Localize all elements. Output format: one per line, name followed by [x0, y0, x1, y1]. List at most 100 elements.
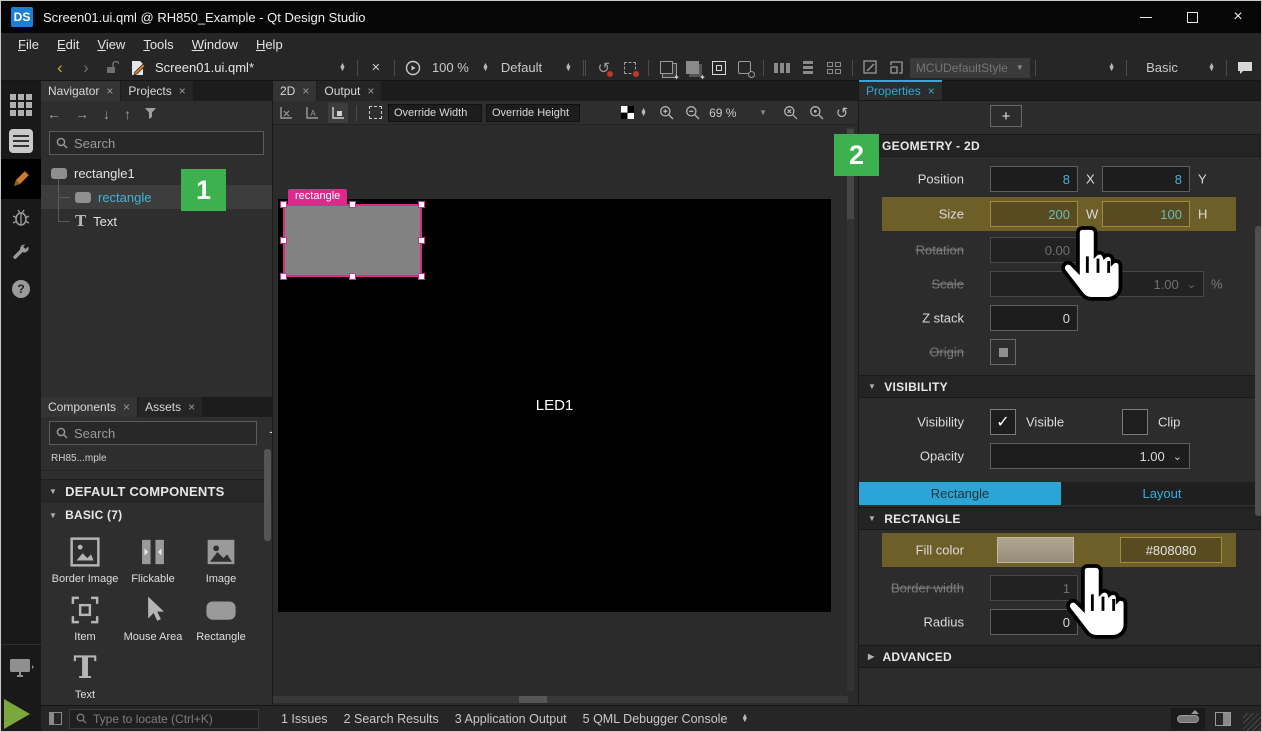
scrollbar-thumb[interactable]: [519, 696, 547, 703]
override-height-input[interactable]: [486, 104, 580, 122]
close-icon[interactable]: ×: [123, 400, 130, 414]
tab-2d[interactable]: 2D×: [273, 81, 316, 101]
opacity-field[interactable]: 1.00⌄: [990, 443, 1190, 469]
background-color-icon[interactable]: [621, 106, 634, 119]
close-icon[interactable]: ×: [928, 84, 935, 98]
add-property-button[interactable]: +: [990, 105, 1022, 127]
components-scrollbar[interactable]: [264, 449, 271, 541]
create-child-component-icon[interactable]: ✦: [683, 58, 703, 78]
component-mouse-area[interactable]: Mouse Area: [123, 593, 183, 643]
menu-view[interactable]: View: [88, 37, 134, 52]
component-rectangle[interactable]: Rectangle: [191, 593, 251, 643]
kit-selector[interactable]: Default: [501, 60, 559, 75]
close-icon[interactable]: ×: [188, 400, 195, 414]
panes-spinner[interactable]: ▲▼: [741, 715, 748, 723]
snap-anchors-icon[interactable]: A: [302, 103, 322, 123]
selected-rectangle[interactable]: rectangle: [283, 204, 422, 277]
close-button[interactable]: ×: [1215, 1, 1261, 33]
zoom-all-icon[interactable]: [780, 103, 800, 123]
edit-document-icon[interactable]: [128, 58, 148, 78]
tree-item-text[interactable]: T Text: [41, 209, 272, 233]
design-mode-icon[interactable]: [1, 159, 41, 199]
section-advanced[interactable]: ▶ ADVANCED: [859, 645, 1262, 668]
menu-edit[interactable]: Edit: [48, 37, 88, 52]
forward-icon[interactable]: ›: [76, 58, 96, 78]
style-selector[interactable]: MCUDefaultStyle▼: [910, 58, 1030, 78]
style-spinner[interactable]: ▲▼: [1108, 64, 1115, 72]
row-layout-icon[interactable]: [772, 58, 792, 78]
locator[interactable]: [69, 709, 259, 729]
tab-projects[interactable]: Projects×: [121, 81, 192, 101]
vertical-scrollbar[interactable]: [847, 127, 854, 691]
run-preview-icon[interactable]: [403, 58, 423, 78]
locator-input[interactable]: [93, 712, 252, 726]
pane-search-results[interactable]: 2 Search Results: [336, 712, 447, 726]
component-image[interactable]: Image: [191, 535, 251, 585]
menu-window[interactable]: Window: [183, 37, 247, 52]
close-icon[interactable]: ×: [179, 84, 186, 98]
feedback-bubble-icon[interactable]: [1235, 58, 1255, 78]
resize-handle[interactable]: [418, 201, 425, 208]
module-tab[interactable]: RH85...mple: [41, 449, 272, 471]
run-target-monitor-icon[interactable]: [1, 651, 41, 687]
subtab-layout[interactable]: Layout: [1061, 482, 1262, 505]
theme-selector[interactable]: Basic: [1132, 60, 1202, 75]
component-flickable[interactable]: Flickable: [123, 535, 183, 585]
resize-handle[interactable]: [280, 237, 287, 244]
tab-navigator[interactable]: Navigator×: [41, 81, 120, 101]
tab-components[interactable]: Components×: [41, 397, 137, 417]
snapping-icon[interactable]: [328, 103, 348, 123]
debug-mode-icon[interactable]: [1, 199, 41, 235]
close-icon[interactable]: ×: [367, 84, 374, 98]
menu-help[interactable]: Help: [247, 37, 292, 52]
menu-file[interactable]: File: [9, 37, 48, 52]
navigator-search-input[interactable]: [74, 136, 257, 151]
pane-issues[interactable]: 1 Issues: [273, 712, 336, 726]
sidebar-toggle-icon[interactable]: [49, 712, 62, 725]
theme-spinner[interactable]: ▲▼: [1208, 64, 1215, 72]
component-text[interactable]: T Text: [55, 651, 115, 701]
menu-tools[interactable]: Tools: [134, 37, 182, 52]
components-search-input[interactable]: [74, 426, 250, 441]
resize-handle[interactable]: [280, 273, 287, 280]
section-default-components[interactable]: ▼ DEFAULT COMPONENTS: [41, 479, 272, 503]
background-spinner[interactable]: ▲▼: [640, 109, 647, 117]
build-progress-icon[interactable]: [1171, 708, 1205, 730]
section-rectangle[interactable]: ▼ RECTANGLE: [859, 507, 1262, 530]
resize-grip[interactable]: [1243, 713, 1261, 731]
position-y-field[interactable]: 8: [1102, 166, 1190, 192]
create-component-icon[interactable]: ✦: [657, 58, 677, 78]
resize-handle[interactable]: [349, 201, 356, 208]
fill-color-swatch[interactable]: [997, 537, 1074, 563]
component-library-icon[interactable]: [735, 58, 755, 78]
annotation-list-icon[interactable]: [887, 58, 907, 78]
edit-mode-icon[interactable]: [1, 123, 41, 159]
move-down-icon[interactable]: ↓: [103, 106, 110, 122]
lock-icon[interactable]: [102, 58, 122, 78]
right-sidebar-toggle-icon[interactable]: [1215, 712, 1231, 726]
tree-item-rectangle1[interactable]: rectangle1: [41, 161, 272, 185]
close-icon[interactable]: ×: [106, 84, 113, 98]
visible-checkbox[interactable]: ✓: [990, 409, 1016, 435]
annotation-icon[interactable]: [861, 58, 881, 78]
origin-button[interactable]: [990, 339, 1016, 365]
snap-frame-icon[interactable]: [620, 58, 640, 78]
back-icon[interactable]: ‹: [50, 58, 70, 78]
resize-handle[interactable]: [280, 201, 287, 208]
welcome-mode-icon[interactable]: [1, 87, 41, 123]
zoom-selection-icon[interactable]: [806, 103, 826, 123]
kit-spinner[interactable]: ▲▼: [565, 64, 572, 72]
close-document-icon[interactable]: ×: [366, 58, 386, 78]
zoom-dropdown-icon[interactable]: ▼: [759, 108, 767, 117]
grid-layout-icon[interactable]: [824, 58, 844, 78]
zoom-out-icon[interactable]: [682, 103, 702, 123]
component-item[interactable]: Item: [55, 593, 115, 643]
run-button[interactable]: [4, 699, 30, 729]
components-search[interactable]: [49, 421, 257, 445]
position-x-field[interactable]: 8: [990, 166, 1078, 192]
projects-mode-icon[interactable]: [1, 235, 41, 271]
navigator-search[interactable]: [49, 131, 264, 155]
minimize-button[interactable]: [1123, 1, 1169, 33]
section-visibility[interactable]: ▼ VISIBILITY: [859, 375, 1262, 398]
maximize-button[interactable]: [1169, 1, 1215, 33]
